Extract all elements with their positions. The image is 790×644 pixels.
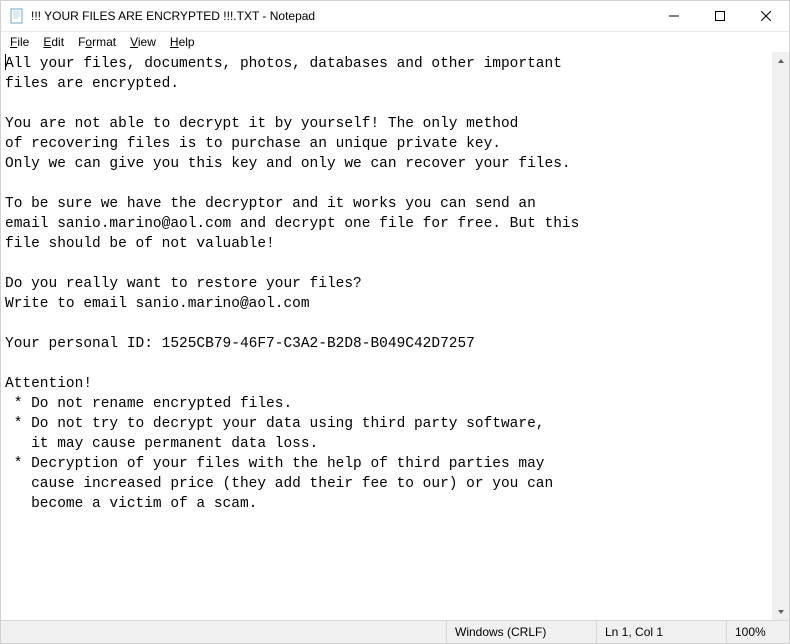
menu-file[interactable]: File <box>3 34 36 50</box>
window-title: !!! YOUR FILES ARE ENCRYPTED !!!.TXT - N… <box>31 9 651 23</box>
text-editor[interactable]: All your files, documents, photos, datab… <box>1 52 789 516</box>
scroll-track[interactable] <box>772 69 789 603</box>
title-bar: !!! YOUR FILES ARE ENCRYPTED !!!.TXT - N… <box>1 1 789 32</box>
window-controls <box>651 1 789 31</box>
notepad-icon <box>9 8 25 24</box>
menu-bar: File Edit Format View Help <box>1 32 789 52</box>
close-button[interactable] <box>743 1 789 31</box>
status-zoom: 100% <box>727 621 789 643</box>
scroll-down-button[interactable] <box>772 603 789 620</box>
menu-edit[interactable]: Edit <box>36 34 71 50</box>
menu-view[interactable]: View <box>123 34 163 50</box>
content-area: All your files, documents, photos, datab… <box>1 52 789 620</box>
status-position: Ln 1, Col 1 <box>597 621 727 643</box>
status-encoding: Windows (CRLF) <box>447 621 597 643</box>
status-spacer <box>1 621 447 643</box>
vertical-scrollbar[interactable] <box>772 52 789 620</box>
text-area-wrap: All your files, documents, photos, datab… <box>1 52 789 620</box>
status-bar: Windows (CRLF) Ln 1, Col 1 100% <box>1 620 789 643</box>
text-cursor <box>5 54 6 70</box>
menu-format[interactable]: Format <box>71 34 123 50</box>
scroll-up-button[interactable] <box>772 52 789 69</box>
minimize-button[interactable] <box>651 1 697 31</box>
menu-help[interactable]: Help <box>163 34 202 50</box>
maximize-button[interactable] <box>697 1 743 31</box>
